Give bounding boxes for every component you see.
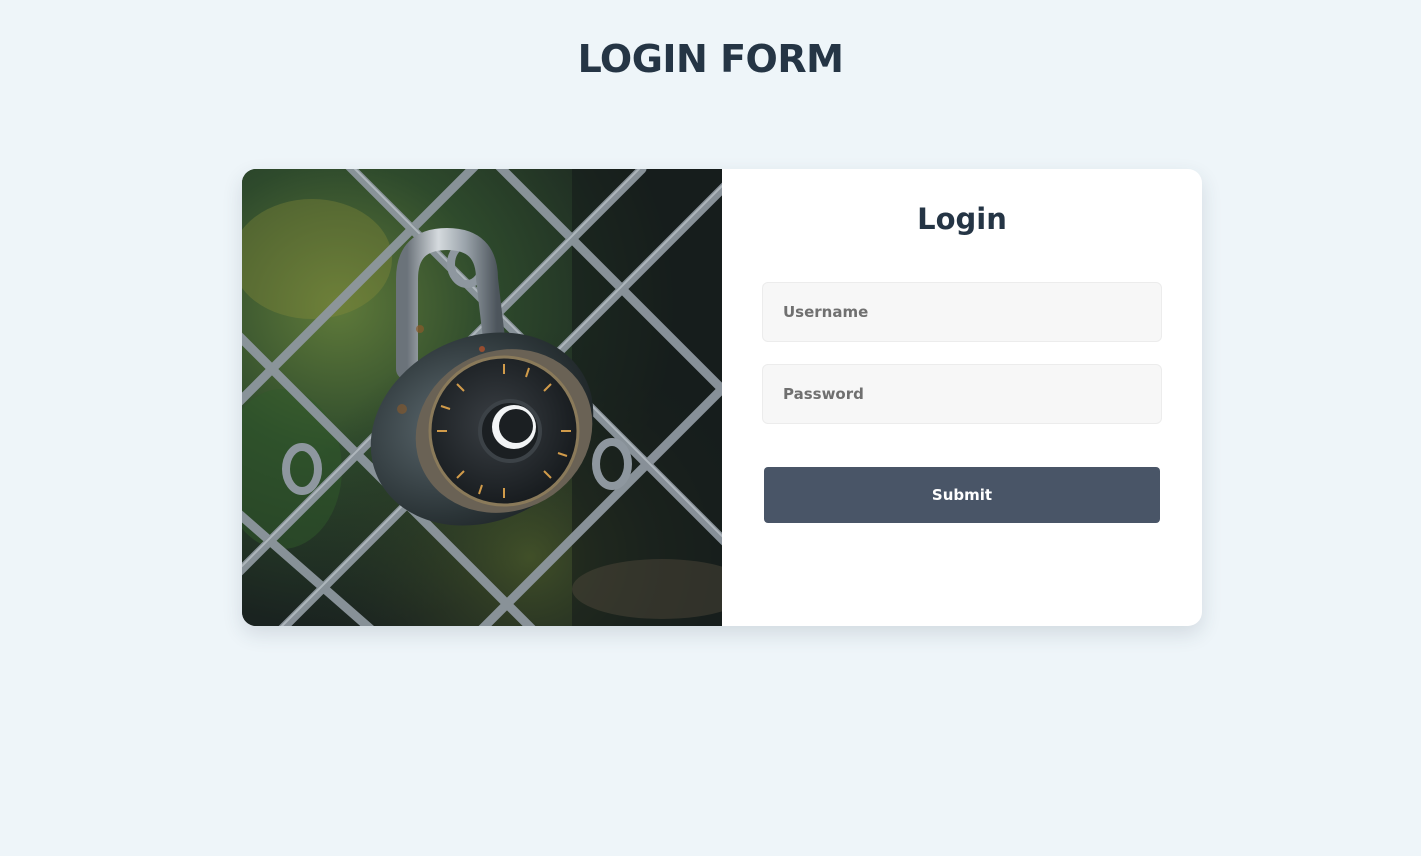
page-title: LOGIN FORM [577, 37, 844, 81]
login-page: LOGIN FORM Login Username Submit [0, 0, 1421, 856]
login-form: Login Submit [722, 169, 1202, 626]
submit-button[interactable]: Submit [764, 467, 1160, 523]
padlock-image [242, 169, 722, 626]
password-input[interactable] [762, 364, 1162, 424]
login-card: Login Submit [242, 169, 1202, 626]
form-title: Login [917, 202, 1007, 236]
username-input[interactable] [762, 282, 1162, 342]
padlock-photo [242, 169, 722, 626]
